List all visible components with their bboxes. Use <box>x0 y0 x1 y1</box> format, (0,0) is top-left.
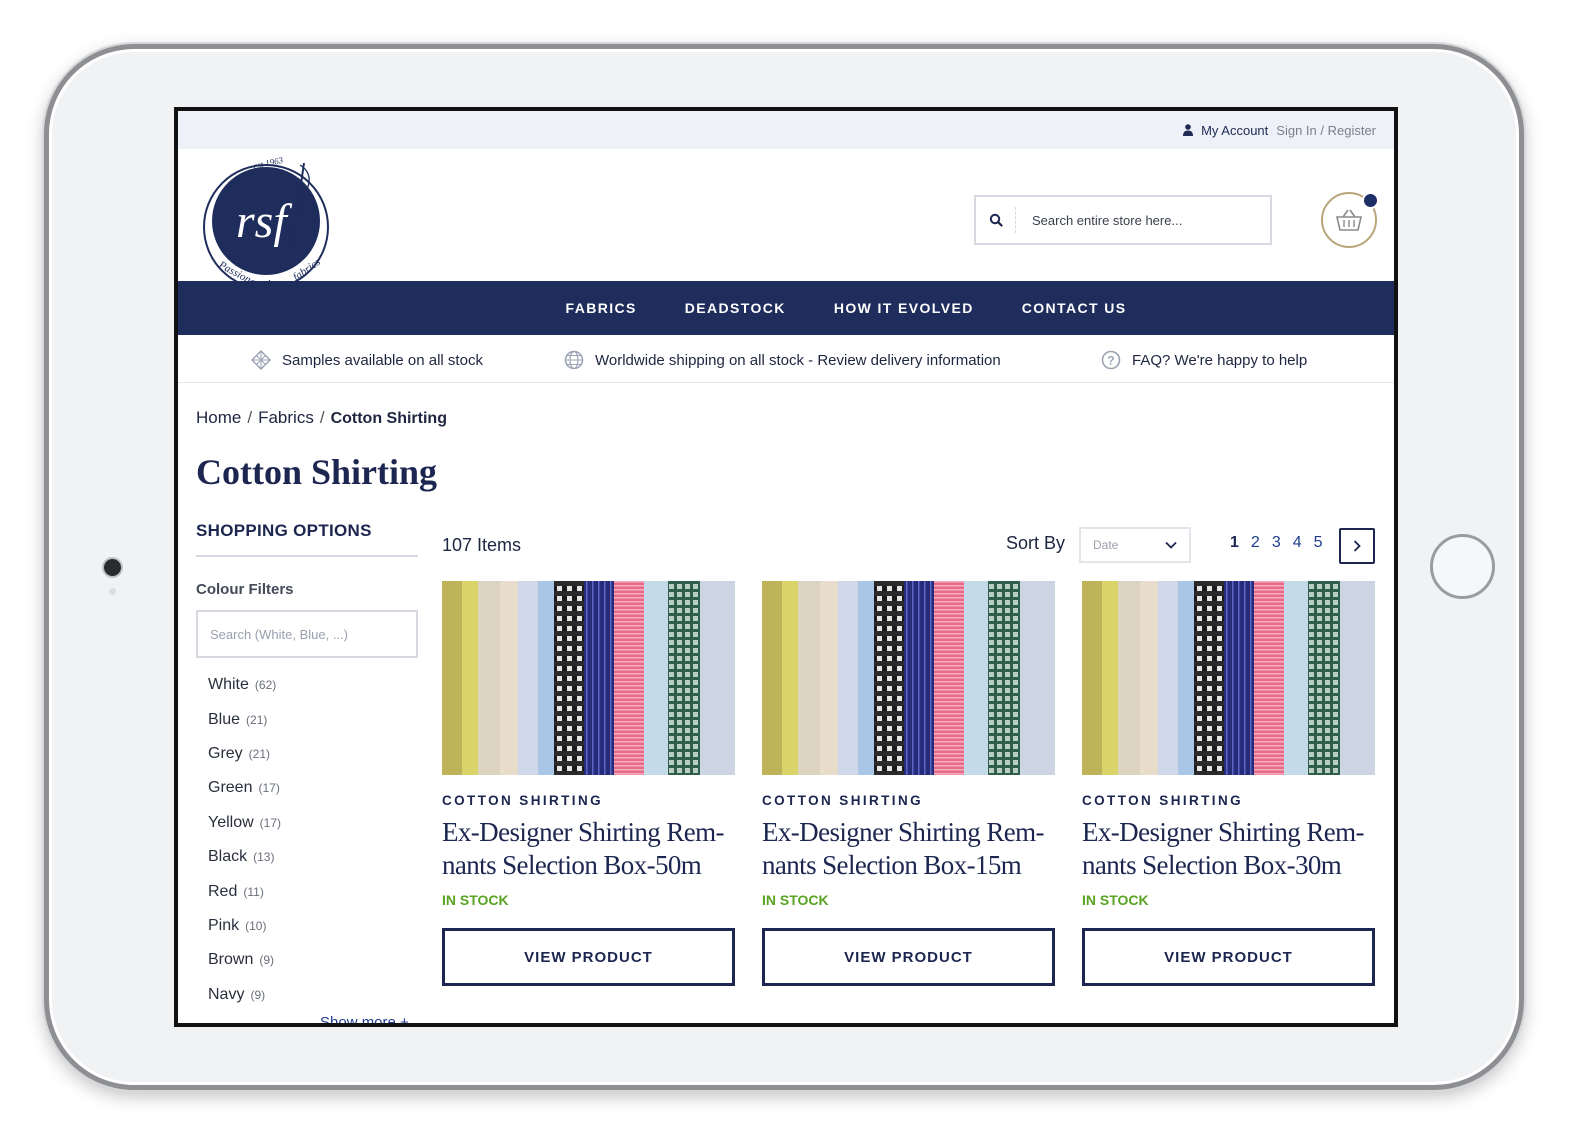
nav-deadstock[interactable]: DEADSTOCK <box>685 300 786 316</box>
usp-bar: Samples available on all stock Worldwide… <box>178 335 1394 383</box>
question-icon: ? <box>1100 349 1122 371</box>
usp-samples-text: Samples available on all stock <box>282 351 483 369</box>
product-name[interactable]: Ex-Designer Shirting Rem-nants Selection… <box>762 816 1055 882</box>
colour-filter-item[interactable]: Navy (9) <box>196 978 418 1012</box>
sort-by-label: Sort By <box>1006 533 1066 553</box>
breadcrumb-current: Cotton Shirting <box>330 410 447 427</box>
colour-filter-item[interactable]: Yellow (17) <box>196 806 418 840</box>
page-link[interactable]: 4 <box>1293 534 1302 552</box>
sort-select[interactable]: Date <box>1079 527 1191 563</box>
items-count: 107 Items <box>442 535 522 555</box>
page-link[interactable]: 2 <box>1251 534 1260 552</box>
product-image[interactable] <box>1082 581 1375 775</box>
usp-faq[interactable]: ? FAQ? We're happy to help <box>1100 349 1307 371</box>
sidebar: SHOPPING OPTIONS Colour Filters White(62… <box>196 521 418 1012</box>
usp-faq-text: FAQ? We're happy to help <box>1132 351 1308 369</box>
fabric-swatch-icon <box>250 349 272 371</box>
breadcrumb: Home / Fabrics / Cotton Shirting <box>196 408 447 427</box>
product-category: COTTON SHIRTING <box>442 793 604 808</box>
show-more-link[interactable]: Show more + <box>320 1014 409 1023</box>
header: rsf est 1963 Passionate about fabrics <box>178 149 1394 292</box>
product-card: COTTON SHIRTING Ex-Designer Shirting Rem… <box>442 581 735 986</box>
main-nav: FABRICS DEADSTOCK HOW IT EVOLVED CONTACT… <box>178 281 1394 335</box>
usp-shipping[interactable]: Worldwide shipping on all stock - Review… <box>563 349 1001 371</box>
product-category: COTTON SHIRTING <box>762 793 924 808</box>
basket-count-badge <box>1362 192 1379 209</box>
top-bar: My Account Sign In / Register <box>178 111 1394 149</box>
view-product-button[interactable]: VIEW PRODUCT <box>762 928 1055 986</box>
colour-filter-item[interactable]: Brown (9) <box>196 943 418 977</box>
view-product-button[interactable]: VIEW PRODUCT <box>1082 928 1375 986</box>
basket-icon <box>1335 209 1363 231</box>
breadcrumb-fabrics[interactable]: Fabrics <box>258 408 314 427</box>
sensor-dot <box>109 588 116 595</box>
pagination: 1 2 3 4 5 <box>1230 534 1335 552</box>
product-image[interactable] <box>762 581 1055 775</box>
sort-select-value: Date <box>1093 538 1119 552</box>
colour-filter-item[interactable]: White (62) <box>196 668 418 702</box>
next-page-button[interactable] <box>1339 528 1375 564</box>
page-title: Cotton Shirting <box>196 452 438 492</box>
view-product-button[interactable]: VIEW PRODUCT <box>442 928 735 986</box>
product-card: COTTON SHIRTING Ex-Designer Shirting Rem… <box>1082 581 1375 986</box>
nav-how-it-evolved[interactable]: HOW IT EVOLVED <box>834 300 974 316</box>
breadcrumb-home[interactable]: Home <box>196 408 241 427</box>
usp-shipping-text: Worldwide shipping on all stock - Review… <box>595 351 1001 369</box>
search-icon[interactable] <box>976 207 1016 233</box>
colour-filter-search[interactable] <box>196 610 418 658</box>
colour-filter-item[interactable]: Black (13) <box>196 840 418 874</box>
nav-contact-us[interactable]: CONTACT US <box>1022 300 1127 316</box>
svg-text:rsf: rsf <box>236 195 292 248</box>
search-input[interactable] <box>1016 212 1256 228</box>
screen: My Account Sign In / Register rsf est 19… <box>174 107 1398 1027</box>
search-box <box>974 195 1272 245</box>
colour-list: White (62) Blue (21) Grey (21) Green (17) Ye… <box>196 668 418 1012</box>
product-name[interactable]: Ex-Designer Shirting Rem-nants Selection… <box>1082 816 1375 882</box>
colour-filter-item[interactable]: Green (17) <box>196 771 418 805</box>
user-icon <box>1183 124 1194 136</box>
page-link[interactable]: 3 <box>1272 534 1281 552</box>
colour-filter-item[interactable]: Red (11) <box>196 874 418 908</box>
colour-filter-item[interactable]: Pink (10) <box>196 909 418 943</box>
svg-text:?: ? <box>1107 354 1114 368</box>
colour-filter-item[interactable]: Grey (21) <box>196 737 418 771</box>
my-account-link[interactable]: My Account <box>1201 123 1268 138</box>
rsf-logo[interactable]: rsf est 1963 Passionate about fabrics <box>196 155 341 295</box>
page-link[interactable]: 5 <box>1314 534 1323 552</box>
product-category: COTTON SHIRTING <box>1082 793 1244 808</box>
page-link[interactable]: 1 <box>1230 534 1239 552</box>
product-card: COTTON SHIRTING Ex-Designer Shirting Rem… <box>762 581 1055 986</box>
colour-filters-title: Colour Filters <box>196 581 294 598</box>
stock-status: IN STOCK <box>762 892 829 908</box>
camera-icon <box>104 559 121 576</box>
nav-fabrics[interactable]: FABRICS <box>566 300 637 316</box>
stock-status: IN STOCK <box>1082 892 1149 908</box>
home-button[interactable] <box>1430 534 1495 599</box>
colour-filter-item[interactable]: Blue (21) <box>196 702 418 736</box>
globe-icon <box>563 349 585 371</box>
usp-samples[interactable]: Samples available on all stock <box>250 349 483 371</box>
stock-status: IN STOCK <box>442 892 509 908</box>
product-image[interactable] <box>442 581 735 775</box>
shopping-options-title: SHOPPING OPTIONS <box>196 521 418 557</box>
chevron-down-icon <box>1165 541 1177 549</box>
chevron-right-icon <box>1353 540 1361 552</box>
product-name[interactable]: Ex-Designer Shirting Rem-nants Selection… <box>442 816 735 882</box>
sign-in-register-link[interactable]: Sign In / Register <box>1276 123 1376 138</box>
